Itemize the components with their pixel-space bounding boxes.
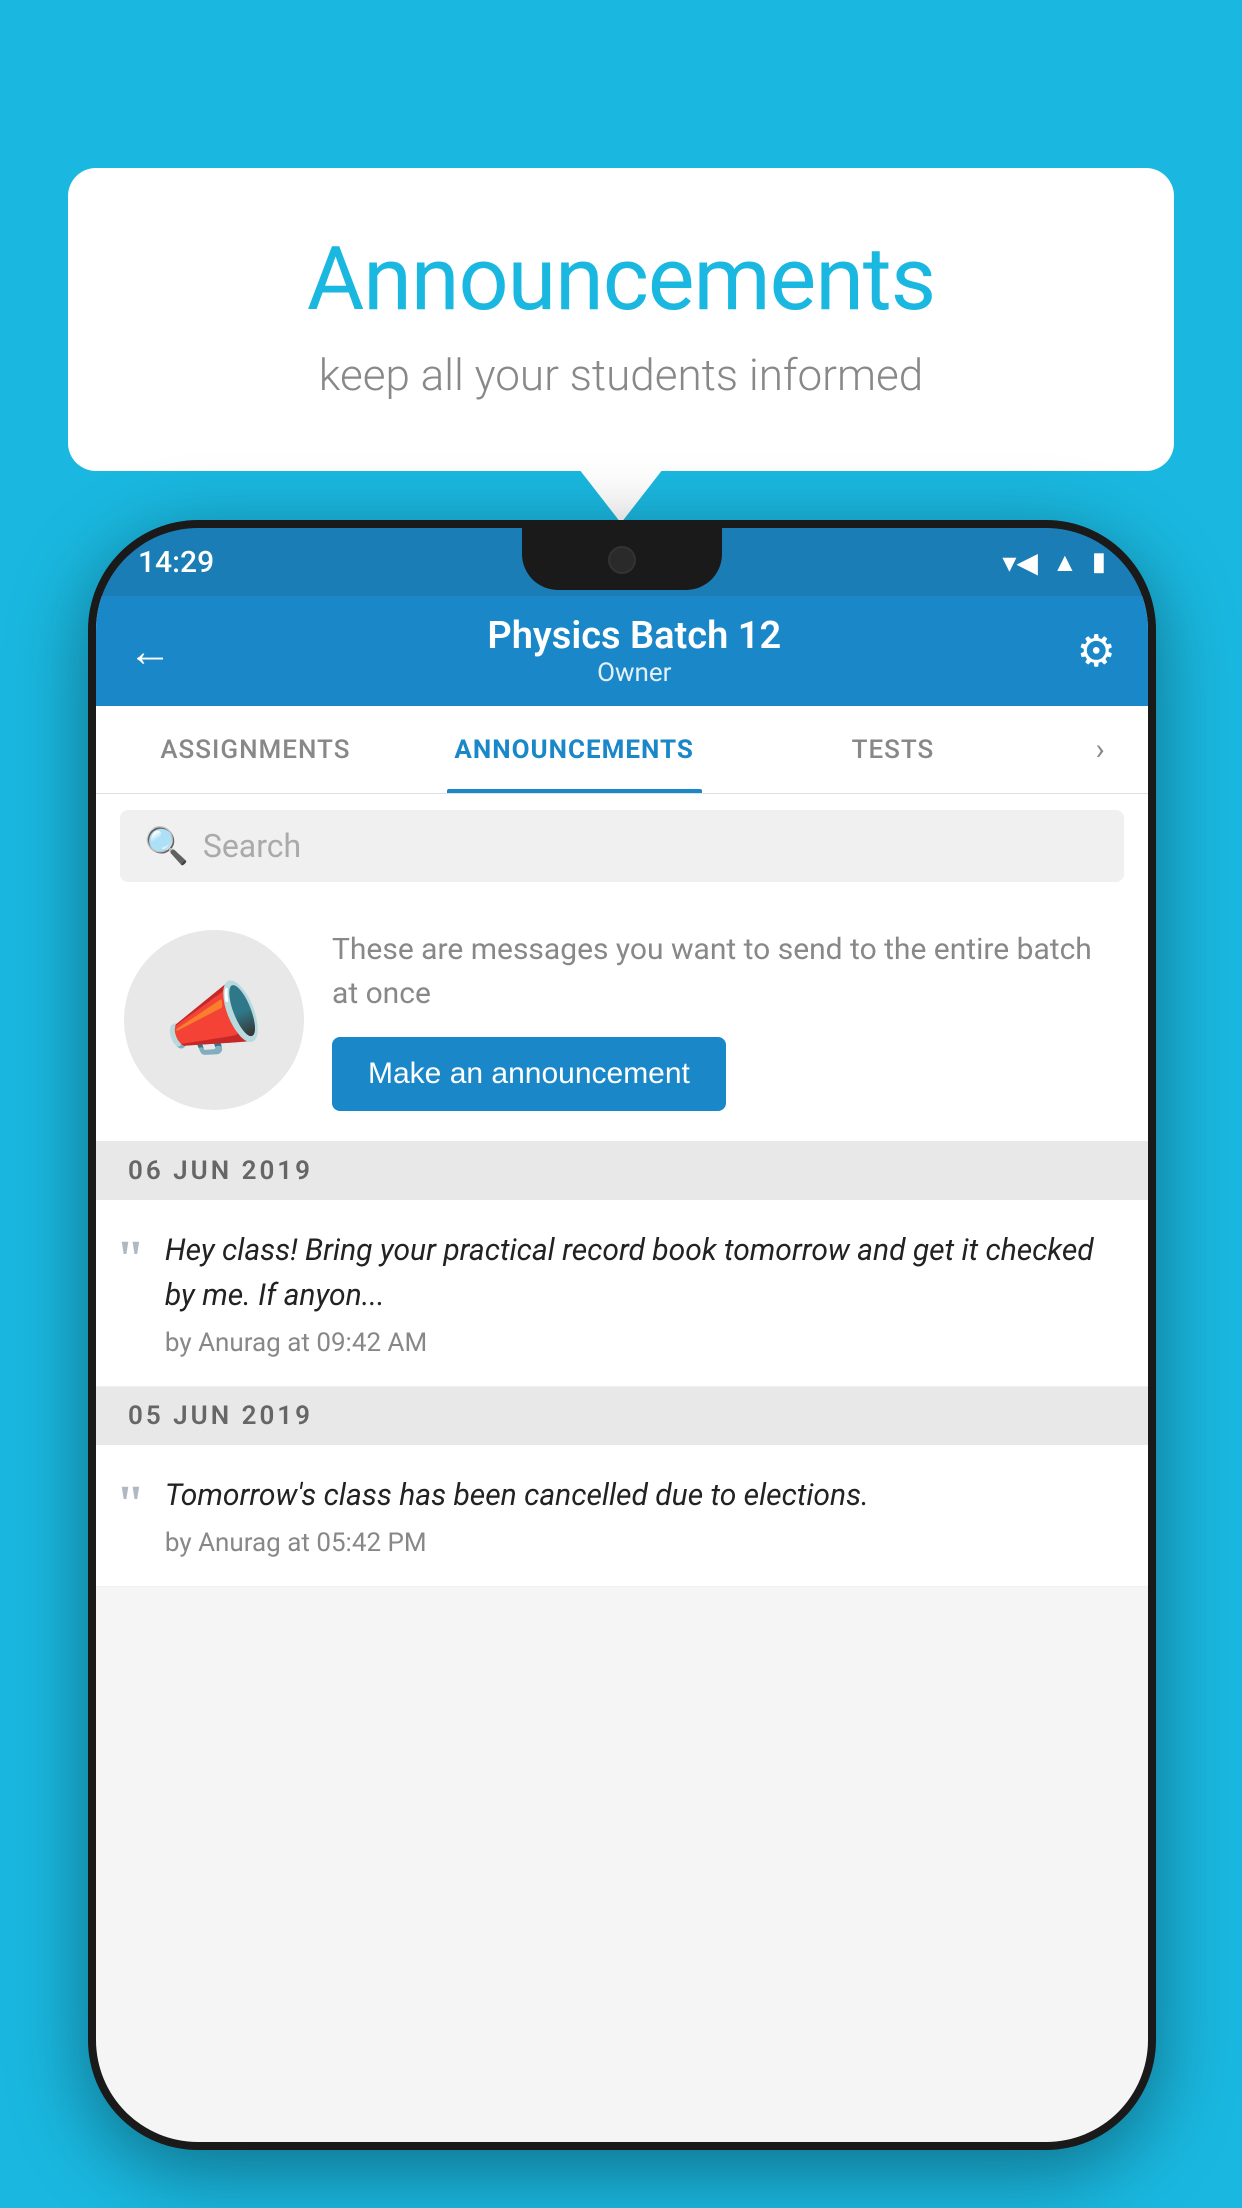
speech-bubble: Announcements keep all your students inf…: [68, 168, 1174, 471]
announcement-icon: 📣: [164, 973, 264, 1067]
date-divider-1: 06 JUN 2019: [96, 1142, 1148, 1200]
promo-section: 📣 These are messages you want to send to…: [96, 898, 1148, 1142]
wifi-icon: ▾◀: [1002, 546, 1038, 579]
phone-inner: 14:29 ▾◀ ▲ ▮ ← Physics Batch 12 Owner ⚙ …: [96, 528, 1148, 2142]
search-bar-wrap: 🔍 Search: [96, 794, 1148, 898]
tabs-bar: ASSIGNMENTS ANNOUNCEMENTS TESTS ›: [96, 706, 1148, 794]
search-icon: 🔍: [144, 825, 189, 867]
quote-icon-1: ": [116, 1234, 145, 1286]
phone-mockup: 14:29 ▾◀ ▲ ▮ ← Physics Batch 12 Owner ⚙ …: [88, 520, 1156, 2150]
battery-icon: ▮: [1092, 547, 1106, 577]
announcement-meta-1: by Anurag at 09:42 AM: [165, 1328, 1120, 1358]
announcement-meta-2: by Anurag at 05:42 PM: [165, 1528, 1120, 1558]
status-icons: ▾◀ ▲ ▮: [1002, 546, 1106, 579]
announcement-text-2: Tomorrow's class has been cancelled due …: [165, 1473, 1120, 1518]
announcement-content-2: Tomorrow's class has been cancelled due …: [165, 1473, 1120, 1558]
header-subtitle: Owner: [192, 658, 1077, 688]
promo-icon-circle: 📣: [124, 930, 304, 1110]
bubble-title: Announcements: [148, 228, 1094, 331]
search-placeholder[interactable]: Search: [203, 827, 301, 865]
bubble-subtitle: keep all your students informed: [148, 349, 1094, 401]
promo-text: These are messages you want to send to t…: [332, 928, 1120, 1015]
app-content: ← Physics Batch 12 Owner ⚙ ASSIGNMENTS A…: [96, 596, 1148, 2142]
announcement-text-1: Hey class! Bring your practical record b…: [165, 1228, 1120, 1318]
announcement-content-1: Hey class! Bring your practical record b…: [165, 1228, 1120, 1358]
tab-tests[interactable]: TESTS: [734, 706, 1053, 793]
promo-content: These are messages you want to send to t…: [332, 928, 1120, 1111]
announcement-item-1: " Hey class! Bring your practical record…: [96, 1200, 1148, 1387]
back-button[interactable]: ←: [128, 625, 172, 677]
app-header: ← Physics Batch 12 Owner ⚙: [96, 596, 1148, 706]
notch: [522, 528, 722, 590]
search-bar[interactable]: 🔍 Search: [120, 810, 1124, 882]
announcement-item-2: " Tomorrow's class has been cancelled du…: [96, 1445, 1148, 1587]
header-title: Physics Batch 12: [192, 614, 1077, 658]
header-title-group: Physics Batch 12 Owner: [192, 614, 1077, 688]
make-announcement-button[interactable]: Make an announcement: [332, 1037, 726, 1111]
status-time: 14:29: [138, 545, 214, 580]
camera: [608, 546, 636, 574]
signal-icon: ▲: [1052, 547, 1078, 578]
tab-more[interactable]: ›: [1052, 706, 1148, 793]
tab-announcements[interactable]: ANNOUNCEMENTS: [415, 706, 734, 793]
quote-icon-2: ": [116, 1479, 145, 1531]
date-divider-2: 05 JUN 2019: [96, 1387, 1148, 1445]
tab-assignments[interactable]: ASSIGNMENTS: [96, 706, 415, 793]
settings-icon[interactable]: ⚙: [1077, 625, 1116, 677]
